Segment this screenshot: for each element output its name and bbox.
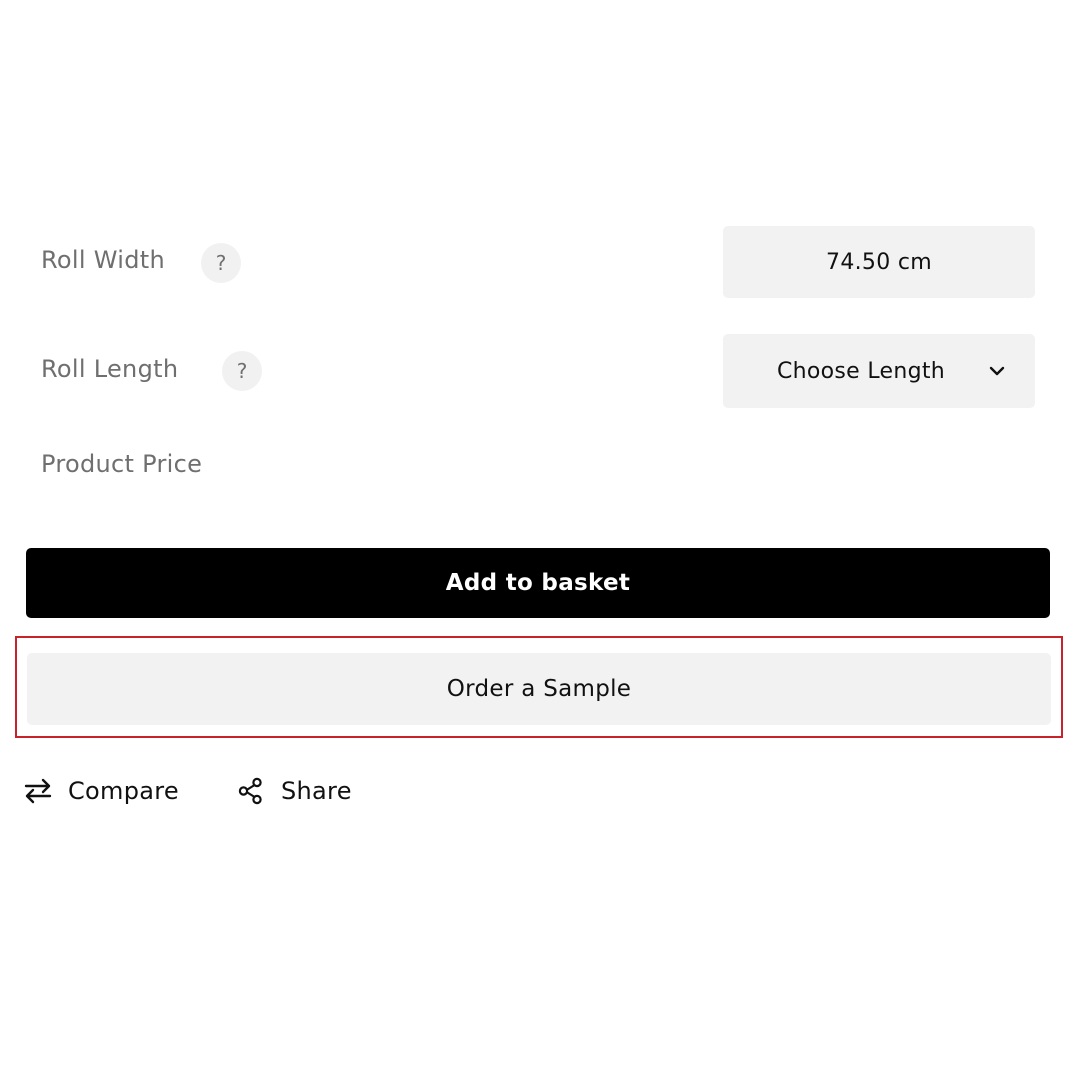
roll-length-help-button[interactable]: ? [222, 351, 262, 391]
share-link[interactable]: Share [237, 772, 352, 810]
roll-length-label: Roll Length [41, 355, 179, 383]
question-mark-icon: ? [236, 359, 248, 383]
compare-label: Compare [68, 777, 179, 805]
question-mark-icon: ? [215, 251, 227, 275]
roll-length-select[interactable]: Choose Length [723, 334, 1035, 408]
order-sample-button[interactable]: Order a Sample [27, 653, 1051, 725]
compare-link[interactable]: Compare [24, 772, 179, 810]
compare-arrows-icon [24, 778, 52, 804]
roll-width-value-text: 74.50 cm [826, 249, 932, 275]
roll-length-selected-text: Choose Length [777, 358, 945, 384]
product-options-panel: Roll Width ? 74.50 cm Roll Length ? Choo… [0, 0, 1080, 1080]
share-icon [238, 777, 262, 805]
roll-width-help-button[interactable]: ? [201, 243, 241, 283]
roll-width-label: Roll Width [41, 246, 165, 274]
roll-width-value: 74.50 cm [723, 226, 1035, 298]
add-to-basket-button[interactable]: Add to basket [26, 548, 1050, 618]
product-price-label: Product Price [41, 450, 203, 478]
chevron-down-icon [989, 366, 1005, 376]
share-label: Share [281, 777, 352, 805]
